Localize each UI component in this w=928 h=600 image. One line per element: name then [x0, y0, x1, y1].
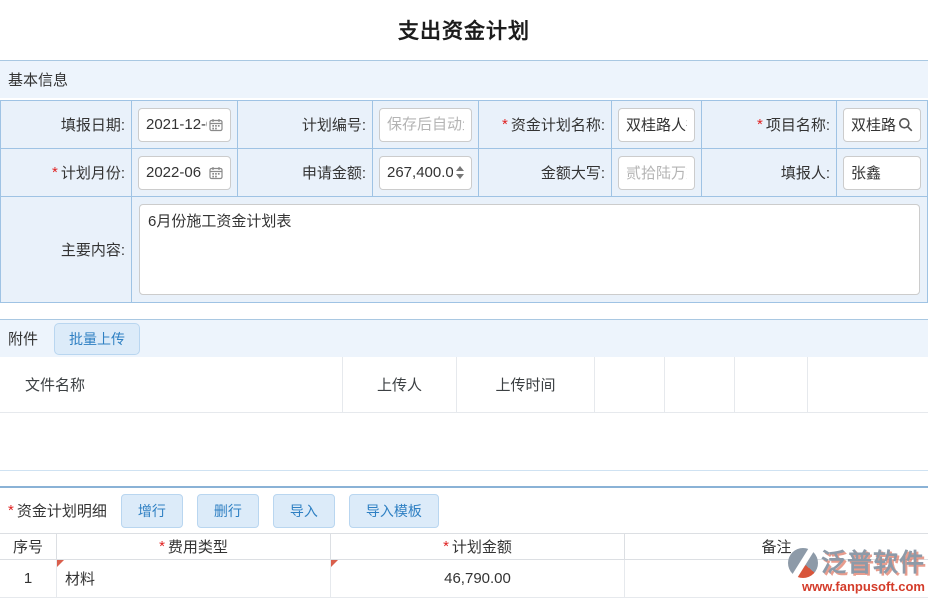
field-label-project-name: * 项目名称:: [702, 101, 837, 149]
required-marker: *: [443, 538, 449, 555]
detail-row-remark-cell[interactable]: [625, 560, 928, 598]
attachment-col-empty: [808, 357, 928, 413]
calendar-icon[interactable]: [209, 166, 223, 180]
import-button[interactable]: 导入: [273, 494, 335, 528]
fund-plan-detail-title: 资金计划明细: [17, 500, 107, 521]
plan-name-input[interactable]: [626, 116, 687, 133]
detail-row-no: 1: [0, 560, 57, 598]
attachment-table-body-empty: [0, 413, 928, 471]
fund-plan-detail-toolbar: * 资金计划明细 增行 删行 导入 导入模板: [0, 488, 928, 533]
report-date-input[interactable]: [146, 116, 207, 133]
basic-info-form: 填报日期: 计划编号: * 资金计划名称: * 项目名称:: [0, 100, 928, 303]
detail-row-cost-type-cell[interactable]: 材料: [57, 560, 331, 598]
detail-row-amount-cell[interactable]: 46,790.00: [331, 560, 625, 598]
field-label-plan-name: * 资金计划名称:: [479, 101, 612, 149]
up-down-stepper-icon[interactable]: [456, 166, 464, 179]
required-marker: *: [52, 164, 58, 181]
field-cell-reporter: [837, 149, 928, 197]
detail-table-row: 1 材料 46,790.00: [0, 560, 928, 598]
attachment-col-empty: [665, 357, 735, 413]
field-cell-plan-no: [373, 101, 479, 149]
field-cell-apply-amount: [373, 149, 479, 197]
field-cell-amount-caps: [612, 149, 702, 197]
field-cell-plan-name: [612, 101, 702, 149]
import-template-button[interactable]: 导入模板: [349, 494, 439, 528]
field-label-plan-month: * 计划月份:: [1, 149, 132, 197]
editable-cell-corner-icon: [57, 560, 64, 567]
field-cell-report-date: [132, 101, 238, 149]
basic-info-section-header: 基本信息: [0, 60, 928, 98]
attachment-section-header: 附件 批量上传: [0, 319, 928, 357]
detail-col-amount: * 计划金额: [331, 534, 625, 559]
fund-plan-detail-section: * 资金计划明细 增行 删行 导入 导入模板 序号 * 费用类型 * 计划金额 …: [0, 486, 928, 598]
required-marker: *: [757, 116, 763, 133]
page-title: 支出资金计划: [398, 15, 530, 45]
required-marker: *: [159, 538, 165, 555]
attachment-col-uploader: 上传人: [343, 357, 457, 413]
detail-col-remark: 备注: [625, 534, 928, 559]
required-marker: *: [8, 502, 14, 519]
field-label-reporter: 填报人:: [702, 149, 837, 197]
search-icon[interactable]: [898, 117, 913, 132]
plan-month-input[interactable]: [146, 164, 207, 181]
spacer: [0, 471, 928, 486]
attachment-col-empty: [735, 357, 808, 413]
project-name-input[interactable]: [851, 116, 896, 133]
editable-cell-corner-icon: [331, 560, 338, 567]
apply-amount-input[interactable]: [387, 164, 453, 181]
spacer: [0, 303, 928, 319]
detail-col-no: 序号: [0, 534, 57, 559]
batch-upload-button[interactable]: 批量上传: [54, 323, 140, 355]
field-cell-plan-month: [132, 149, 238, 197]
field-cell-main-content: 6月份施工资金计划表: [132, 197, 928, 303]
amount-caps-input: [626, 164, 687, 181]
detail-col-cost-type: * 费用类型: [57, 534, 331, 559]
add-row-button[interactable]: 增行: [121, 494, 183, 528]
attachment-col-empty: [595, 357, 665, 413]
field-label-report-date: 填报日期:: [1, 101, 132, 149]
field-label-apply-amount: 申请金额:: [238, 149, 373, 197]
field-label-plan-no: 计划编号:: [238, 101, 373, 149]
title-bar: 支出资金计划: [0, 0, 928, 60]
field-label-amount-caps: 金额大写:: [479, 149, 612, 197]
required-marker: *: [502, 116, 508, 133]
delete-row-button[interactable]: 删行: [197, 494, 259, 528]
reporter-input[interactable]: [851, 164, 913, 181]
main-content-textarea[interactable]: 6月份施工资金计划表: [139, 204, 920, 295]
attachment-col-file-name: 文件名称: [0, 357, 343, 413]
detail-table-header: 序号 * 费用类型 * 计划金额 备注: [0, 533, 928, 560]
field-label-main-content: 主要内容:: [1, 197, 132, 303]
expenditure-fund-plan-page: 支出资金计划 基本信息 填报日期: 计划编号: * 资金计划名称:: [0, 0, 928, 600]
attachment-section-title: 附件: [8, 328, 38, 349]
field-cell-project-name: [837, 101, 928, 149]
calendar-icon[interactable]: [209, 118, 223, 132]
attachment-table-header: 文件名称 上传人 上传时间: [0, 357, 928, 413]
attachment-col-upload-time: 上传时间: [457, 357, 595, 413]
plan-no-input[interactable]: [387, 116, 464, 133]
basic-info-section-title: 基本信息: [8, 69, 68, 90]
